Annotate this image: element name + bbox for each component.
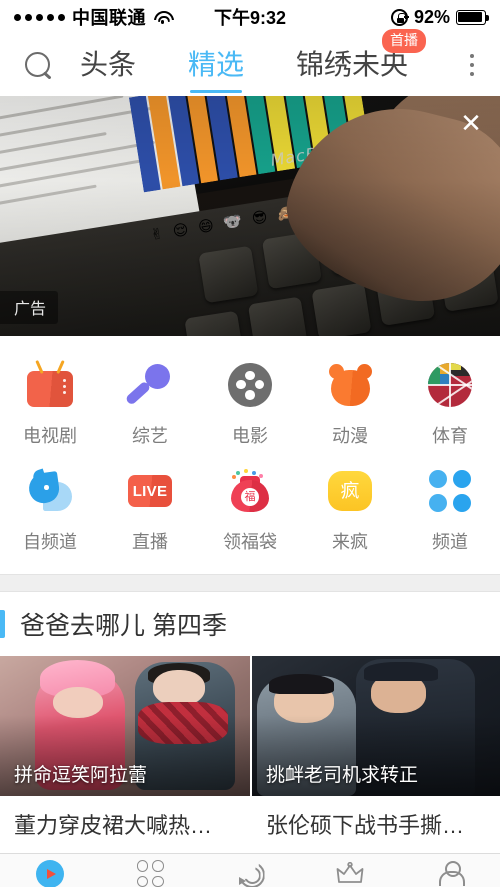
nav-tabs: 头条 精选 锦绣未央 首播 bbox=[80, 28, 460, 94]
battery-icon bbox=[456, 9, 489, 25]
video-card[interactable]: 挑衅老司机求转正 张伦硕下战书手撕… bbox=[250, 656, 500, 853]
bear-face-icon bbox=[323, 358, 377, 412]
ad-banner[interactable]: MacBook Pro ✌😌😄 🐨😎🙈 bbox=[0, 96, 500, 336]
close-icon[interactable]: ✕ bbox=[454, 106, 488, 140]
app-screen: 中国联通 下午9:32 92% 头条 精选 锦绣未央 首播 ✕ 广告 电视剧 综… bbox=[0, 0, 500, 887]
search-icon[interactable] bbox=[22, 49, 54, 81]
category-anime[interactable]: 动漫 bbox=[300, 352, 400, 458]
grid-circles-icon bbox=[136, 859, 164, 887]
category-variety[interactable]: 综艺 bbox=[100, 352, 200, 458]
category-label: 直播 bbox=[132, 532, 168, 552]
signal-strength-icon bbox=[14, 13, 65, 21]
crown-icon bbox=[335, 859, 365, 887]
tab-home[interactable]: 首页 bbox=[0, 854, 100, 887]
category-label: 动漫 bbox=[332, 426, 368, 446]
category-sports[interactable]: 体育 bbox=[400, 352, 500, 458]
category-self-channel[interactable]: 自频道 bbox=[0, 458, 100, 564]
category-movie[interactable]: 电影 bbox=[200, 352, 300, 458]
tab-jinxiuweiyang[interactable]: 锦绣未央 首播 bbox=[296, 28, 427, 84]
category-tv-drama[interactable]: 电视剧 bbox=[0, 352, 100, 458]
status-bar-right: 92% bbox=[390, 6, 489, 28]
video-thumbnail: 拼命逗笑阿拉蕾 bbox=[0, 656, 250, 796]
icon-grid-row-1: 电视剧 综艺 电影 动漫 体育 bbox=[0, 352, 500, 458]
video-title: 董力穿皮裙大喊热… bbox=[14, 813, 213, 838]
user-icon bbox=[437, 859, 465, 887]
bird-icon bbox=[23, 464, 77, 518]
video-thumbnail: 挑衅老司机求转正 bbox=[252, 656, 500, 796]
tab-jinxiuweiyang-label: 锦绣未央 bbox=[296, 48, 409, 80]
category-laifeng[interactable]: 疯 来疯 bbox=[300, 458, 400, 564]
ad-image: MacBook Pro ✌😌😄 🐨😎🙈 bbox=[0, 96, 500, 336]
category-live[interactable]: LIVE 直播 bbox=[100, 458, 200, 564]
category-label: 电影 bbox=[232, 426, 268, 446]
status-bar: 中国联通 下午9:32 92% bbox=[0, 0, 500, 34]
section-accent-bar bbox=[0, 610, 5, 638]
rotation-lock-icon bbox=[390, 8, 409, 26]
tab-jingxuan[interactable]: 精选 bbox=[188, 46, 244, 94]
category-label: 自频道 bbox=[23, 532, 77, 552]
ad-label: 广告 bbox=[0, 291, 59, 324]
crazy-icon: 疯 bbox=[323, 464, 377, 518]
tab-subscriptions[interactable]: 订阅 bbox=[200, 854, 300, 887]
four-dots-icon bbox=[423, 464, 477, 518]
video-caption: 挑衅老司机求转正 bbox=[266, 765, 419, 786]
video-caption: 拼命逗笑阿拉蕾 bbox=[14, 765, 148, 786]
basketball-icon bbox=[423, 358, 477, 412]
status-bar-left: 中国联通 bbox=[14, 4, 171, 30]
fu-text: 福 bbox=[241, 488, 259, 506]
bottom-tab-bar: 首页 频道 订阅 VIP会员 我的 bbox=[0, 853, 500, 887]
premiere-badge: 首播 bbox=[382, 28, 427, 53]
category-label: 综艺 bbox=[132, 426, 168, 446]
top-nav-bar: 头条 精选 锦绣未央 首播 bbox=[0, 28, 500, 96]
more-vertical-icon[interactable] bbox=[460, 49, 484, 81]
video-card[interactable]: 拼命逗笑阿拉蕾 董力穿皮裙大喊热… bbox=[0, 656, 250, 853]
live-text: LIVE bbox=[132, 482, 168, 500]
icon-grid-row-2: 自频道 LIVE 直播 福 领福袋 疯 来疯 频道 bbox=[0, 458, 500, 564]
section-header: 爸爸去哪儿 第四季 bbox=[0, 592, 500, 656]
tab-profile[interactable]: 我的 bbox=[400, 854, 500, 887]
home-play-icon bbox=[36, 859, 64, 887]
lucky-bag-icon: 福 bbox=[223, 464, 277, 518]
video-title: 张伦硕下战书手撕… bbox=[266, 813, 465, 838]
category-label: 体育 bbox=[432, 426, 468, 446]
category-label: 来疯 bbox=[332, 532, 368, 552]
rss-icon bbox=[237, 859, 264, 887]
battery-percent-label: 92% bbox=[413, 6, 450, 27]
live-badge-icon: LIVE bbox=[123, 464, 177, 518]
tab-toutiao[interactable]: 头条 bbox=[80, 46, 136, 84]
film-reel-icon bbox=[223, 358, 277, 412]
category-channels[interactable]: 频道 bbox=[400, 458, 500, 564]
section-title: 爸爸去哪儿 第四季 bbox=[20, 612, 227, 640]
carrier-label: 中国联通 bbox=[72, 8, 146, 28]
tab-channels[interactable]: 频道 bbox=[100, 854, 200, 887]
category-label: 领福袋 bbox=[223, 532, 277, 552]
category-label: 频道 bbox=[432, 532, 468, 552]
video-card-list: 拼命逗笑阿拉蕾 董力穿皮裙大喊热… 挑衅老司机求转正 张伦硕下战书手撕… bbox=[0, 656, 500, 853]
section-divider bbox=[0, 574, 500, 592]
tv-icon bbox=[23, 358, 77, 412]
crazy-text: 疯 bbox=[340, 480, 360, 502]
category-lucky-bag[interactable]: 福 领福袋 bbox=[200, 458, 300, 564]
microphone-icon bbox=[123, 358, 177, 412]
tab-vip[interactable]: VIP会员 bbox=[300, 854, 400, 887]
category-icon-grid: 电视剧 综艺 电影 动漫 体育 自频道 LIVE 直播 福 领福袋 疯 来疯 频… bbox=[0, 336, 500, 574]
wifi-icon bbox=[153, 10, 171, 24]
category-label: 电视剧 bbox=[23, 426, 77, 446]
